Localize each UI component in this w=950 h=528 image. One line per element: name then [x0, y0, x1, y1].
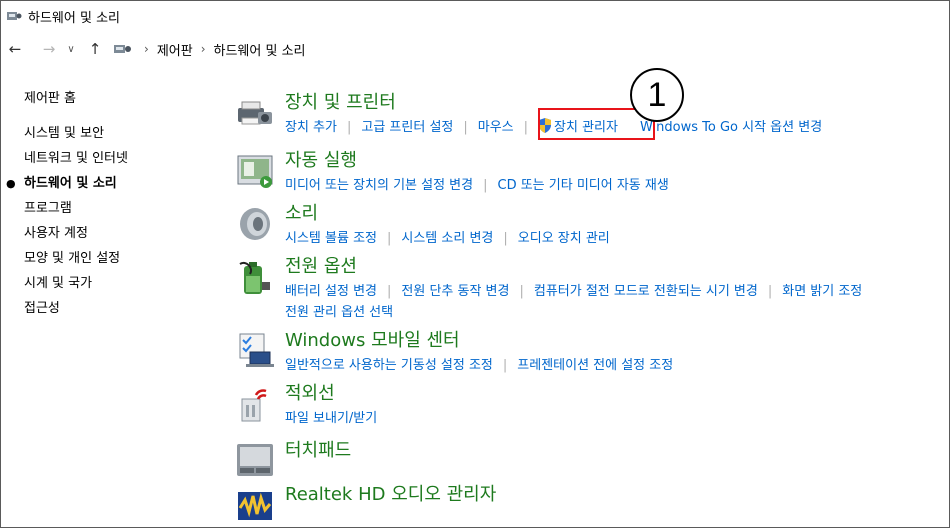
infrared-icon	[241, 389, 267, 422]
category-links: 시스템 볼륨 조정 | 시스템 소리 변경 | 오디오 장치 관리	[285, 231, 610, 246]
category-title[interactable]: Windows 모바일 센터	[285, 326, 460, 352]
link-power-button-action[interactable]: 전원 단추 동작 변경	[401, 284, 509, 299]
hardware-sound-icon	[7, 12, 22, 20]
link-change-system-sounds[interactable]: 시스템 소리 변경	[401, 231, 493, 246]
sidebar-item-network-internet[interactable]: 네트워크 및 인터넷	[24, 146, 214, 171]
category-title[interactable]: 전원 옵션	[285, 252, 357, 278]
category-links: 미디어 또는 장치의 기본 설정 변경 | CD 또는 기타 미디어 자동 재생	[285, 178, 669, 193]
sidebar-item-clock-region[interactable]: 시계 및 국가	[24, 271, 214, 296]
step-number-badge: 1	[630, 68, 684, 122]
sidebar: 제어판 홈 시스템 및 보안 네트워크 및 인터넷 ● 하드웨어 및 소리 프로…	[6, 86, 214, 321]
link-send-receive-files[interactable]: 파일 보내기/받기	[285, 411, 377, 426]
forward-arrow-icon[interactable]: →	[38, 38, 60, 60]
link-change-media-defaults[interactable]: 미디어 또는 장치의 기본 설정 변경	[285, 178, 473, 193]
breadcrumb-hardware-sound[interactable]: 하드웨어 및 소리	[214, 40, 306, 59]
mobility-center-icon	[239, 333, 274, 367]
up-arrow-icon[interactable]: ↑	[84, 38, 106, 60]
category-title[interactable]: 적외선	[285, 379, 335, 405]
sidebar-item-control-panel-home[interactable]: 제어판 홈	[24, 86, 214, 111]
category-links: 일반적으로 사용하는 기동성 설정 조정 | 프레젠테이션 전에 설정 조정	[285, 358, 674, 373]
back-arrow-icon[interactable]: ←	[4, 38, 26, 60]
window-title: 하드웨어 및 소리	[28, 10, 120, 26]
link-screen-brightness[interactable]: 화면 밝기 조정	[782, 284, 862, 299]
link-windows-to-go[interactable]: Windows To Go 시작 옵션 변경	[640, 120, 822, 135]
realtek-audio-icon	[238, 492, 272, 520]
link-sleep-timing[interactable]: 컴퓨터가 절전 모드로 전환되는 시기 변경	[534, 284, 758, 299]
printer-icon	[238, 101, 272, 125]
recent-locations-chevron-icon[interactable]: ∨	[64, 38, 78, 60]
link-presentation-settings[interactable]: 프레젠테이션 전에 설정 조정	[517, 358, 673, 373]
address-bar: ← → ∨ ↑ › 제어판 › 하드웨어 및 소리	[0, 34, 950, 64]
control-panel-icon	[114, 45, 131, 53]
link-add-device[interactable]: 장치 추가	[285, 120, 337, 135]
sidebar-item-hardware-sound[interactable]: ● 하드웨어 및 소리	[6, 171, 214, 196]
active-bullet-icon: ●	[6, 177, 16, 190]
title-bar: 하드웨어 및 소리	[0, 0, 950, 32]
category-title[interactable]: Realtek HD 오디오 관리자	[285, 480, 496, 506]
battery-icon	[239, 262, 270, 294]
sidebar-item-accessibility[interactable]: 접근성	[24, 296, 214, 321]
category-links: 파일 보내기/받기	[285, 408, 377, 429]
breadcrumb-chevron-icon: ›	[144, 42, 149, 56]
link-advanced-printer-setup[interactable]: 고급 프린터 설정	[361, 120, 453, 135]
link-choose-power-plan[interactable]: 전원 관리 옵션 선택	[285, 305, 393, 320]
autoplay-icon	[237, 155, 273, 188]
link-battery-settings[interactable]: 배터리 설정 변경	[285, 284, 377, 299]
category-title[interactable]: 터치패드	[285, 436, 351, 462]
sidebar-item-user-accounts[interactable]: 사용자 계정	[24, 221, 214, 246]
touchpad-icon	[237, 444, 273, 476]
link-autoplay-cd[interactable]: CD 또는 기타 미디어 자동 재생	[498, 178, 669, 193]
category-title[interactable]: 장치 및 프린터	[285, 88, 396, 114]
sidebar-item-system-security[interactable]: 시스템 및 보안	[24, 121, 214, 146]
category-links: 배터리 설정 변경 | 전원 단추 동작 변경 | 컴퓨터가 절전 모드로 전환되는 시…	[285, 284, 863, 320]
breadcrumb-chevron-icon: ›	[200, 42, 206, 56]
link-adjust-volume[interactable]: 시스템 볼륨 조정	[285, 231, 377, 246]
category-title[interactable]: 소리	[285, 199, 318, 225]
sidebar-item-appearance[interactable]: 모양 및 개인 설정	[24, 246, 214, 271]
link-mouse[interactable]: 마우스	[478, 120, 514, 135]
speaker-icon	[240, 208, 270, 240]
link-common-mobility-settings[interactable]: 일반적으로 사용하는 기동성 설정 조정	[285, 358, 493, 373]
link-manage-audio-devices[interactable]: 오디오 장치 관리	[518, 231, 610, 246]
sidebar-item-label: 하드웨어 및 소리	[24, 176, 117, 191]
sidebar-item-programs[interactable]: 프로그램	[24, 196, 214, 221]
breadcrumb-control-panel[interactable]: 제어판	[157, 40, 193, 59]
category-title[interactable]: 자동 실행	[285, 146, 357, 172]
